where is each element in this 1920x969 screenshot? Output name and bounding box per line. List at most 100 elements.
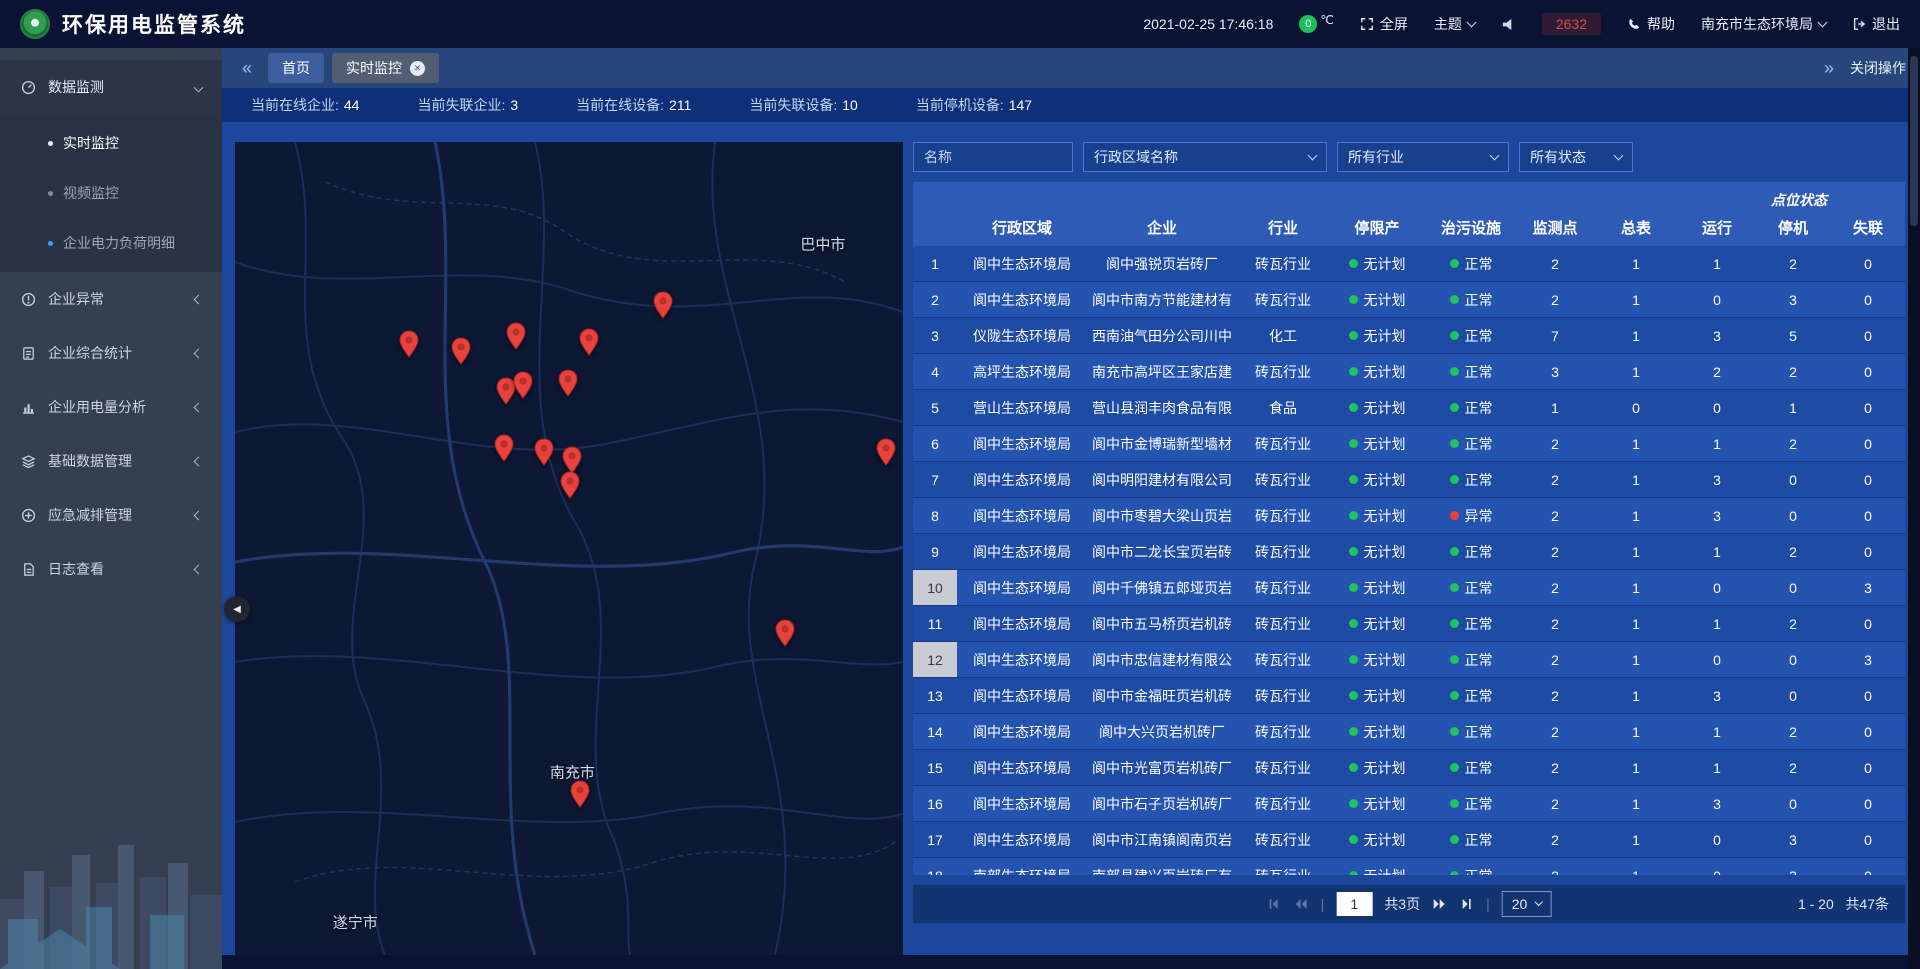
table-row[interactable]: 7阆中生态环境局阆中明阳建材有限公司砖瓦行业无计划正常21300 [913, 462, 1905, 498]
total-cell: 1 [1593, 426, 1679, 461]
table-row[interactable]: 9阆中生态环境局阆中市二龙长宝页岩砖砖瓦行业无计划正常21120 [913, 534, 1905, 570]
facility-status-cell: 正常 [1425, 462, 1517, 497]
first-page-button[interactable] [1267, 898, 1281, 910]
tab-首页[interactable]: 首页 [268, 53, 324, 83]
speaker-button[interactable] [1501, 17, 1516, 32]
stop-plan-cell: 无计划 [1329, 570, 1425, 605]
map-pin[interactable] [570, 780, 590, 808]
sidebar-item[interactable]: 数据监测 [0, 60, 222, 114]
map-pin[interactable] [399, 330, 419, 358]
prev-page-button[interactable] [1293, 898, 1309, 910]
table-row[interactable]: 3仪陇生态环境局西南油气田分公司川中化工无计划正常71350 [913, 318, 1905, 354]
sidebar-item[interactable]: 企业异常 [0, 272, 222, 326]
map-pin[interactable] [653, 291, 673, 319]
monitor-cell: 2 [1517, 498, 1593, 533]
help-button[interactable]: 帮助 [1627, 14, 1675, 34]
fullscreen-button[interactable]: 全屏 [1360, 14, 1408, 34]
sidebar-collapse-handle[interactable]: ◀ [224, 596, 250, 622]
table-row[interactable]: 17阆中生态环境局阆中市江南镇阆南页岩砖瓦行业无计划正常21030 [913, 822, 1905, 858]
monitor-cell: 2 [1517, 426, 1593, 461]
sidebar-item[interactable]: 基础数据管理 [0, 434, 222, 488]
map-pin[interactable] [560, 471, 580, 499]
table-row[interactable]: 2阆中生态环境局阆中市南方节能建材有砖瓦行业无计划正常21030 [913, 282, 1905, 318]
map-pin[interactable] [876, 438, 896, 466]
logout-button[interactable]: 退出 [1852, 14, 1900, 34]
region-filter-select[interactable]: 行政区域名称 [1083, 142, 1327, 172]
last-page-button[interactable] [1460, 898, 1474, 910]
status-dot-green-icon [1349, 583, 1358, 592]
table-row[interactable]: 10阆中生态环境局阆中千佛镇五郎垭页岩砖瓦行业无计划正常21003 [913, 570, 1905, 606]
region-cell: 阆中生态环境局 [957, 498, 1087, 533]
map-pin[interactable] [558, 369, 578, 397]
scrollbar-thumb[interactable] [1910, 56, 1918, 226]
tab-实时监控[interactable]: 实时监控✕ [332, 53, 439, 83]
monitor-cell: 3 [1517, 354, 1593, 389]
tabs-scroll-right-icon[interactable]: » [1818, 59, 1840, 77]
sidebar-subitem[interactable]: 视频监控 [0, 168, 222, 218]
map-pin[interactable] [534, 438, 554, 466]
region-cell: 阆中生态环境局 [957, 678, 1087, 713]
map-pin[interactable] [775, 619, 795, 647]
alert-count-badge[interactable]: 2632 [1542, 13, 1601, 35]
status-filter-select[interactable]: 所有状态 [1519, 142, 1633, 172]
top-bar: 环保用电监管系统 2021-02-25 17:46:18 0 ℃ 全屏 主题 [0, 0, 1920, 48]
monitor-cell: 1 [1517, 390, 1593, 425]
next-page-button[interactable] [1432, 898, 1448, 910]
map-pin[interactable] [494, 434, 514, 462]
map-pin[interactable] [451, 337, 471, 365]
org-dropdown[interactable]: 南充市生态环境局 [1701, 14, 1826, 34]
sidebar-item[interactable]: 日志查看 [0, 542, 222, 596]
table-row[interactable]: 15阆中生态环境局阆中市光富页岩机砖厂砖瓦行业无计划正常21120 [913, 750, 1905, 786]
sidebar-item[interactable]: 企业用电量分析 [0, 380, 222, 434]
stop-plan-cell: 无计划 [1329, 498, 1425, 533]
industry-filter-select[interactable]: 所有行业 [1337, 142, 1509, 172]
region-cell: 阆中生态环境局 [957, 534, 1087, 569]
table-row[interactable]: 14阆中生态环境局阆中大兴页岩机砖厂砖瓦行业无计划正常21120 [913, 714, 1905, 750]
tab-close-icon[interactable]: ✕ [410, 61, 425, 76]
sidebar-subitem[interactable]: 实时监控 [0, 118, 222, 168]
page-size-select[interactable]: 20 [1502, 891, 1552, 917]
right-panel: 行政区域名称 所有行业 所有状态 [913, 142, 1905, 923]
table-row[interactable]: 5营山生态环境局营山县润丰肉食品有限食品无计划正常10010 [913, 390, 1905, 426]
map-pin[interactable] [562, 446, 582, 474]
vertical-scrollbar[interactable] [1908, 48, 1920, 969]
map-pin[interactable] [579, 328, 599, 356]
chevron-down-icon [1308, 150, 1318, 160]
range-label: 1 - 20 [1798, 896, 1834, 912]
industry-cell: 砖瓦行业 [1237, 678, 1329, 713]
facility-status-cell: 正常 [1425, 534, 1517, 569]
industry-cell: 砖瓦行业 [1237, 534, 1329, 569]
page-number-input[interactable] [1336, 892, 1372, 916]
lost-cell: 0 [1831, 462, 1905, 497]
table-row[interactable]: 11阆中生态环境局阆中市五马桥页岩机砖砖瓦行业无计划正常21120 [913, 606, 1905, 642]
table-row[interactable]: 8阆中生态环境局阆中市枣碧大梁山页岩砖瓦行业无计划异常21300 [913, 498, 1905, 534]
name-filter-input[interactable] [913, 142, 1073, 172]
map-pin[interactable] [513, 371, 533, 399]
facility-status-cell: 正常 [1425, 678, 1517, 713]
col-industry: 行业 [1237, 217, 1329, 238]
sidebar-item[interactable]: 企业综合统计 [0, 326, 222, 380]
theme-dropdown[interactable]: 主题 [1434, 14, 1475, 34]
close-operations-button[interactable]: 关闭操作 [1850, 58, 1906, 78]
table-row[interactable]: 1阆中生态环境局阆中强锐页岩砖厂砖瓦行业无计划正常21120 [913, 246, 1905, 282]
sidebar-item[interactable]: 应急减排管理 [0, 488, 222, 542]
map-pin[interactable] [506, 322, 526, 350]
status-dot-green-icon [1450, 763, 1459, 772]
content-area: « 首页实时监控✕ » 关闭操作 当前在线企业:44当前失联企业:3当前在线设备… [222, 48, 1920, 969]
table-row[interactable]: 6阆中生态环境局阆中市金博瑞新型墙材砖瓦行业无计划正常21120 [913, 426, 1905, 462]
tabs-scroll-left-icon[interactable]: « [236, 59, 258, 77]
table-row[interactable]: 18南部生态环境局南部县建兴页岩砖厂有砖瓦行业无计划正常21030 [913, 858, 1905, 875]
table-row[interactable]: 13阆中生态环境局阆中市金福旺页岩机砖砖瓦行业无计划正常21300 [913, 678, 1905, 714]
table-row[interactable]: 4高坪生态环境局南充市高坪区王家店建砖瓦行业无计划正常31220 [913, 354, 1905, 390]
status-dot-green-icon [1349, 799, 1358, 808]
facility-status-cell: 正常 [1425, 822, 1517, 857]
fullscreen-icon [1360, 17, 1374, 31]
bullet-icon [48, 141, 53, 146]
total-cell: 1 [1593, 750, 1679, 785]
table-row[interactable]: 16阆中生态环境局阆中市石子页岩机砖厂砖瓦行业无计划正常21300 [913, 786, 1905, 822]
chart-icon [20, 400, 36, 415]
table-row[interactable]: 12阆中生态环境局阆中市忠信建材有限公砖瓦行业无计划正常21003 [913, 642, 1905, 678]
map-panel[interactable]: 巴中市南充市遂宁市 [235, 142, 903, 955]
region-cell: 阆中生态环境局 [957, 462, 1087, 497]
sidebar-subitem[interactable]: 企业电力负荷明细 [0, 218, 222, 268]
